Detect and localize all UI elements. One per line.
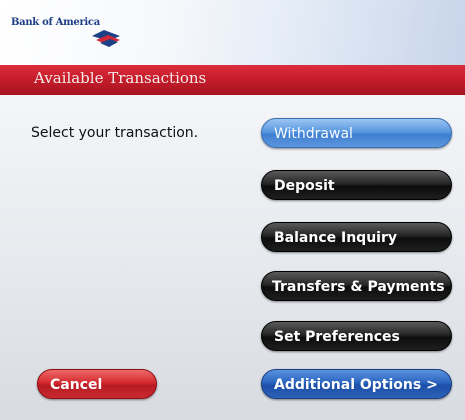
set-preferences-button[interactable]: Set Preferences <box>261 321 452 351</box>
page-title: Available Transactions <box>34 69 207 87</box>
deposit-button[interactable]: Deposit <box>261 170 452 200</box>
header: Bank of America <box>0 0 465 65</box>
additional-options-button[interactable]: Additional Options > <box>261 369 452 399</box>
bank-flag-logo-icon <box>92 30 120 47</box>
balance-inquiry-button[interactable]: Balance Inquiry <box>261 222 452 252</box>
cancel-button[interactable]: Cancel <box>37 369 157 399</box>
title-bar: Available Transactions <box>0 65 465 95</box>
bank-logo-text: Bank of America <box>11 17 100 28</box>
instruction-text: Select your transaction. <box>31 125 199 141</box>
withdrawal-button[interactable]: Withdrawal <box>261 118 452 148</box>
transfers-payments-button[interactable]: Transfers & Payments <box>261 271 452 301</box>
